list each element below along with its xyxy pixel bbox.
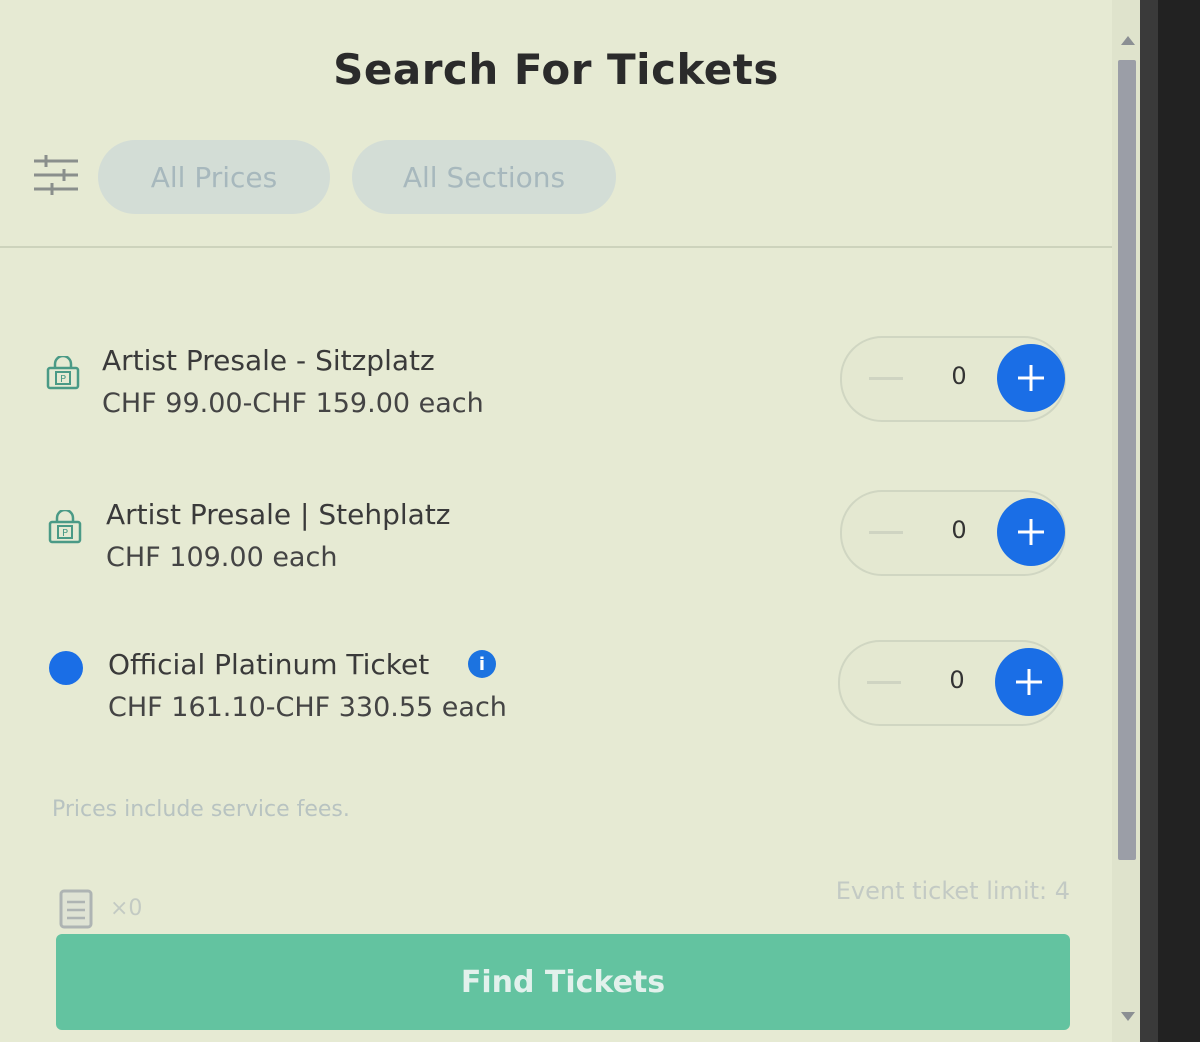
quantity-stepper: 0 [840,336,1066,422]
divider [0,246,1112,248]
decrement-button[interactable] [866,522,906,542]
fees-note: Prices include service fees. [52,797,350,822]
all-prices-filter[interactable]: All Prices [98,140,330,214]
ticket-name: Official Platinum Ticket [108,648,430,681]
increment-button[interactable] [997,498,1065,566]
quantity-value: 0 [951,516,967,544]
decrement-button[interactable] [866,368,906,388]
increment-button[interactable] [995,648,1063,716]
quantity-stepper: 0 [840,490,1066,576]
ticket-row-sitzplatz: P Artist Presale - Sitzplatz CHF 99.00-C… [0,336,1112,456]
scroll-down-arrow-icon[interactable] [1121,1012,1135,1021]
decrement-button[interactable] [864,672,904,692]
ticket-limit-text: Event ticket limit: 4 [835,877,1070,905]
increment-button[interactable] [997,344,1065,412]
filter-sliders-icon[interactable] [32,153,80,197]
scroll-thumb[interactable] [1118,60,1136,860]
page-title: Search For Tickets [333,45,779,94]
platinum-dot-icon [48,650,83,685]
ticket-price: CHF 161.10-CHF 330.55 each [108,692,507,723]
quantity-stepper: 0 [838,640,1064,726]
ticket-search-panel: Search For Tickets All Prices All Sectio… [0,0,1112,1042]
ticket-row-platinum: Official Platinum Ticket i CHF 161.10-CH… [0,640,1112,760]
plus-icon [1018,519,1044,545]
lock-icon: P [46,354,80,390]
all-sections-filter[interactable]: All Sections [352,140,616,214]
quantity-value: 0 [949,666,965,694]
ticket-price: CHF 99.00-CHF 159.00 each [102,388,484,419]
scroll-up-arrow-icon[interactable] [1121,36,1135,45]
ticket-price: CHF 109.00 each [106,542,338,573]
cart-count: ×0 [110,896,143,921]
plus-icon [1018,365,1044,391]
ticket-name: Artist Presale - Sitzplatz [102,344,435,377]
ticket-row-stehplatz: P Artist Presale | Stehplatz CHF 109.00 … [0,490,1112,610]
find-tickets-button[interactable]: Find Tickets [56,934,1070,1030]
screen-bezel-edge [1140,0,1158,1042]
svg-text:P: P [60,374,66,385]
lock-icon: P [48,508,82,544]
quantity-value: 0 [951,362,967,390]
svg-text:P: P [62,528,68,539]
plus-icon [1016,669,1042,695]
cart-icon [58,888,94,930]
scrollbar[interactable] [1112,0,1140,1042]
info-icon[interactable]: i [468,650,496,678]
ticket-name: Artist Presale | Stehplatz [106,498,451,531]
